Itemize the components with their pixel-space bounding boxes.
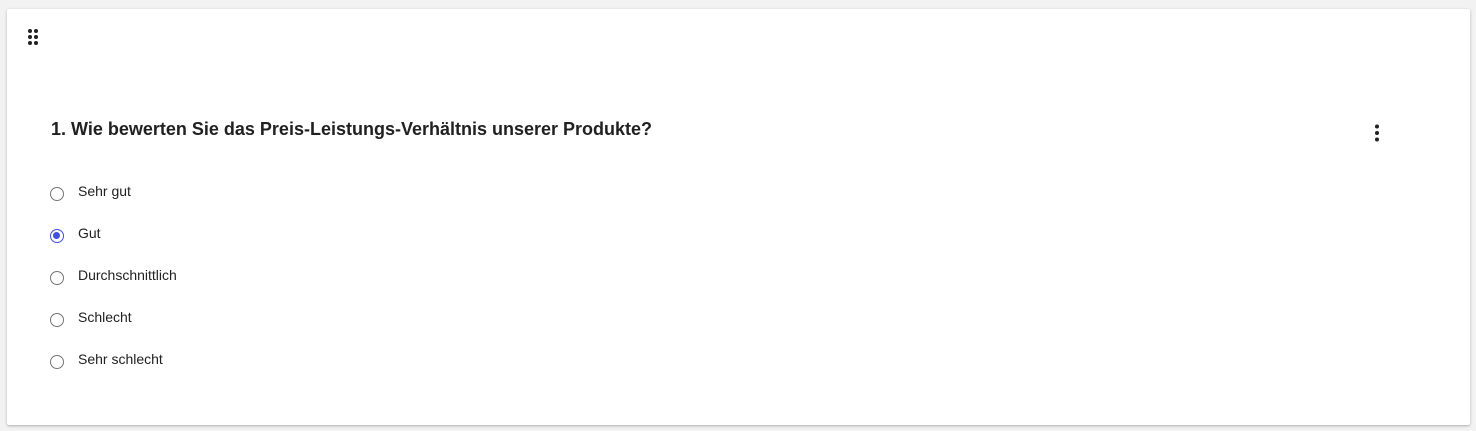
option-label: Sehr gut [78,183,131,199]
option-gut[interactable]: Gut [49,213,177,255]
radio-sehr-schlecht[interactable] [50,355,64,369]
option-sehr-gut[interactable]: Sehr gut [49,171,177,213]
more-options-button[interactable] [1365,121,1389,145]
radio-durchschnittlich[interactable] [50,271,64,285]
radio-sehr-gut[interactable] [50,187,64,201]
option-schlecht[interactable]: Schlecht [49,297,177,339]
more-vert-icon [1375,124,1379,142]
answer-options: Sehr gut Gut Durchschnittlich Schlecht S… [49,171,177,381]
option-durchschnittlich[interactable]: Durchschnittlich [49,255,177,297]
option-label: Sehr schlecht [78,351,163,367]
option-label: Gut [78,225,101,241]
option-sehr-schlecht[interactable]: Sehr schlecht [49,339,177,381]
option-label: Schlecht [78,309,132,325]
drag-handle-icon[interactable] [26,26,42,48]
question-title: 1. Wie bewerten Sie das Preis-Leistungs-… [51,119,653,139]
question-card: 1. Wie bewerten Sie das Preis-Leistungs-… [7,9,1470,425]
option-label: Durchschnittlich [78,267,177,283]
radio-gut[interactable] [50,229,64,243]
radio-schlecht[interactable] [50,313,64,327]
